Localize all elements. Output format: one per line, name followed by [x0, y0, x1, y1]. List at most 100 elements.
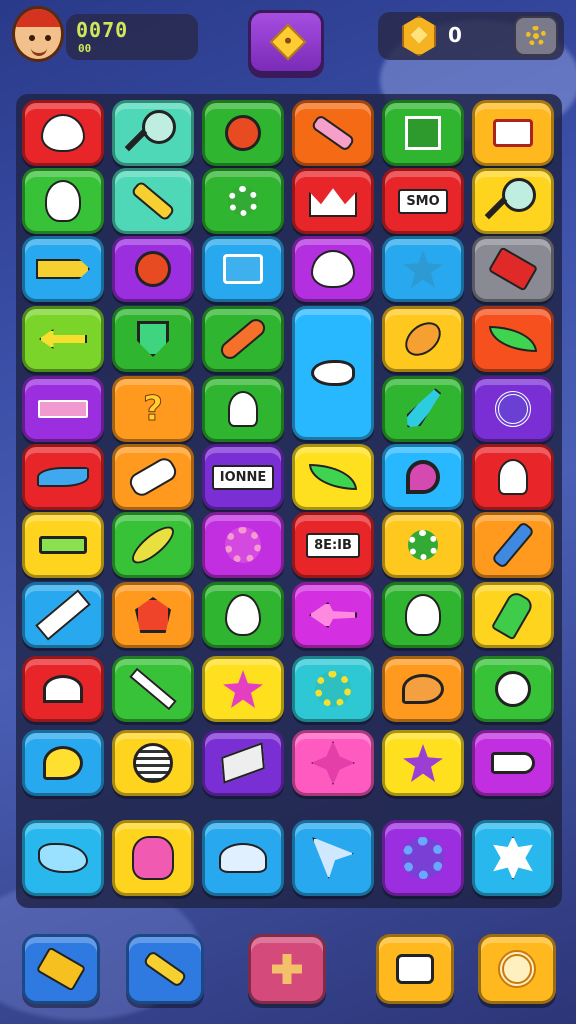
powerup-button[interactable]	[248, 934, 326, 1004]
board-tile[interactable]: ?	[112, 376, 194, 442]
board-tile[interactable]	[472, 168, 554, 234]
board-tile[interactable]	[202, 730, 284, 796]
board-tile[interactable]	[382, 100, 464, 166]
board-tile[interactable]	[472, 582, 554, 648]
board-tile[interactable]	[112, 100, 194, 166]
music-note-icon	[223, 254, 263, 284]
board-tile[interactable]	[202, 306, 284, 372]
vent-icon	[133, 743, 173, 783]
label-icon: IONNE	[211, 464, 275, 490]
mace-icon	[398, 315, 448, 363]
board-tile[interactable]	[22, 306, 104, 372]
board-tile[interactable]	[472, 236, 554, 302]
board-tile[interactable]	[382, 306, 464, 372]
board-tile[interactable]	[472, 444, 554, 510]
chef-hat-icon	[15, 9, 61, 27]
board-tile[interactable]	[22, 168, 104, 234]
carrot-icon	[217, 315, 269, 363]
board-tile[interactable]	[112, 512, 194, 578]
board-tile[interactable]	[382, 820, 464, 896]
board-tile[interactable]	[22, 376, 104, 442]
board-tile[interactable]	[382, 376, 464, 442]
board-tile[interactable]: 8E:IB	[292, 512, 374, 578]
board-tile[interactable]	[202, 376, 284, 442]
board-tile[interactable]	[202, 820, 284, 896]
board-tile[interactable]	[472, 376, 554, 442]
powerup-button[interactable]	[478, 934, 556, 1004]
top-bar: 0070 00 0	[0, 0, 576, 86]
fish-icon	[311, 360, 355, 386]
board-tile[interactable]	[292, 444, 374, 510]
board-tile[interactable]	[472, 512, 554, 578]
board-tile[interactable]	[292, 168, 374, 234]
board-tile[interactable]	[472, 306, 554, 372]
board-tile[interactable]	[382, 730, 464, 796]
board-tile[interactable]	[112, 306, 194, 372]
board-tile[interactable]	[382, 444, 464, 510]
board-tile[interactable]	[292, 656, 374, 722]
board-tile[interactable]	[22, 820, 104, 896]
board-tile[interactable]	[22, 656, 104, 722]
board-tile[interactable]	[292, 306, 374, 440]
player-avatar[interactable]	[12, 6, 64, 62]
board-tile[interactable]	[22, 582, 104, 648]
board-tile[interactable]	[112, 444, 194, 510]
board-tile[interactable]	[292, 820, 374, 896]
board-tile[interactable]: SMO	[382, 168, 464, 234]
board-tile[interactable]	[472, 100, 554, 166]
board-tile[interactable]	[202, 582, 284, 648]
board-tile[interactable]	[202, 656, 284, 722]
wave-icon	[37, 467, 89, 487]
board-tile[interactable]	[292, 730, 374, 796]
settings-button[interactable]	[514, 16, 558, 56]
shuffle-icon	[396, 954, 434, 984]
board-tile[interactable]	[382, 582, 464, 648]
board-tile[interactable]	[202, 236, 284, 302]
board-tile[interactable]	[382, 656, 464, 722]
powerup-button[interactable]	[126, 934, 204, 1004]
board-tile[interactable]	[202, 100, 284, 166]
splat-icon	[493, 836, 533, 880]
board-tile[interactable]	[472, 820, 554, 896]
board-tile[interactable]	[22, 236, 104, 302]
board-tile[interactable]	[292, 582, 374, 648]
board-tile[interactable]	[112, 820, 194, 896]
gear-icon	[228, 186, 258, 216]
paperclip-icon	[130, 180, 176, 222]
star-icon	[223, 670, 263, 708]
avatar-eye	[45, 35, 51, 41]
badge-icon	[135, 597, 171, 633]
face-icon	[495, 671, 531, 707]
board-tile[interactable]	[22, 512, 104, 578]
board-tile[interactable]	[112, 168, 194, 234]
board-tile[interactable]	[112, 730, 194, 796]
board-tile[interactable]	[112, 656, 194, 722]
board-tile[interactable]	[112, 236, 194, 302]
board-tile[interactable]	[112, 582, 194, 648]
board-tile[interactable]	[472, 656, 554, 722]
board-tile[interactable]	[22, 730, 104, 796]
board-tile[interactable]	[202, 512, 284, 578]
board-tile[interactable]: IONNE	[202, 444, 284, 510]
board-tile[interactable]	[292, 236, 374, 302]
powerup-button[interactable]	[22, 934, 100, 1004]
egg-icon	[225, 594, 261, 636]
board-tile[interactable]	[382, 512, 464, 578]
board-tile[interactable]	[22, 444, 104, 510]
board-tile[interactable]	[202, 168, 284, 234]
wrench-icon	[490, 520, 536, 570]
lightbulb-icon	[405, 594, 441, 636]
gear-icon	[526, 26, 546, 46]
eye-icon	[43, 675, 83, 703]
arrow-back-icon	[39, 329, 87, 349]
board-tile[interactable]	[292, 100, 374, 166]
board-tile[interactable]	[22, 100, 104, 166]
star-icon	[403, 744, 443, 782]
board-tile[interactable]	[382, 236, 464, 302]
microphone-icon	[490, 589, 536, 641]
board-tile[interactable]	[472, 730, 554, 796]
powerup-bar	[0, 920, 576, 1024]
center-menu-button[interactable]	[248, 10, 324, 74]
powerup-button[interactable]	[376, 934, 454, 1004]
pushpin-icon	[135, 251, 171, 287]
